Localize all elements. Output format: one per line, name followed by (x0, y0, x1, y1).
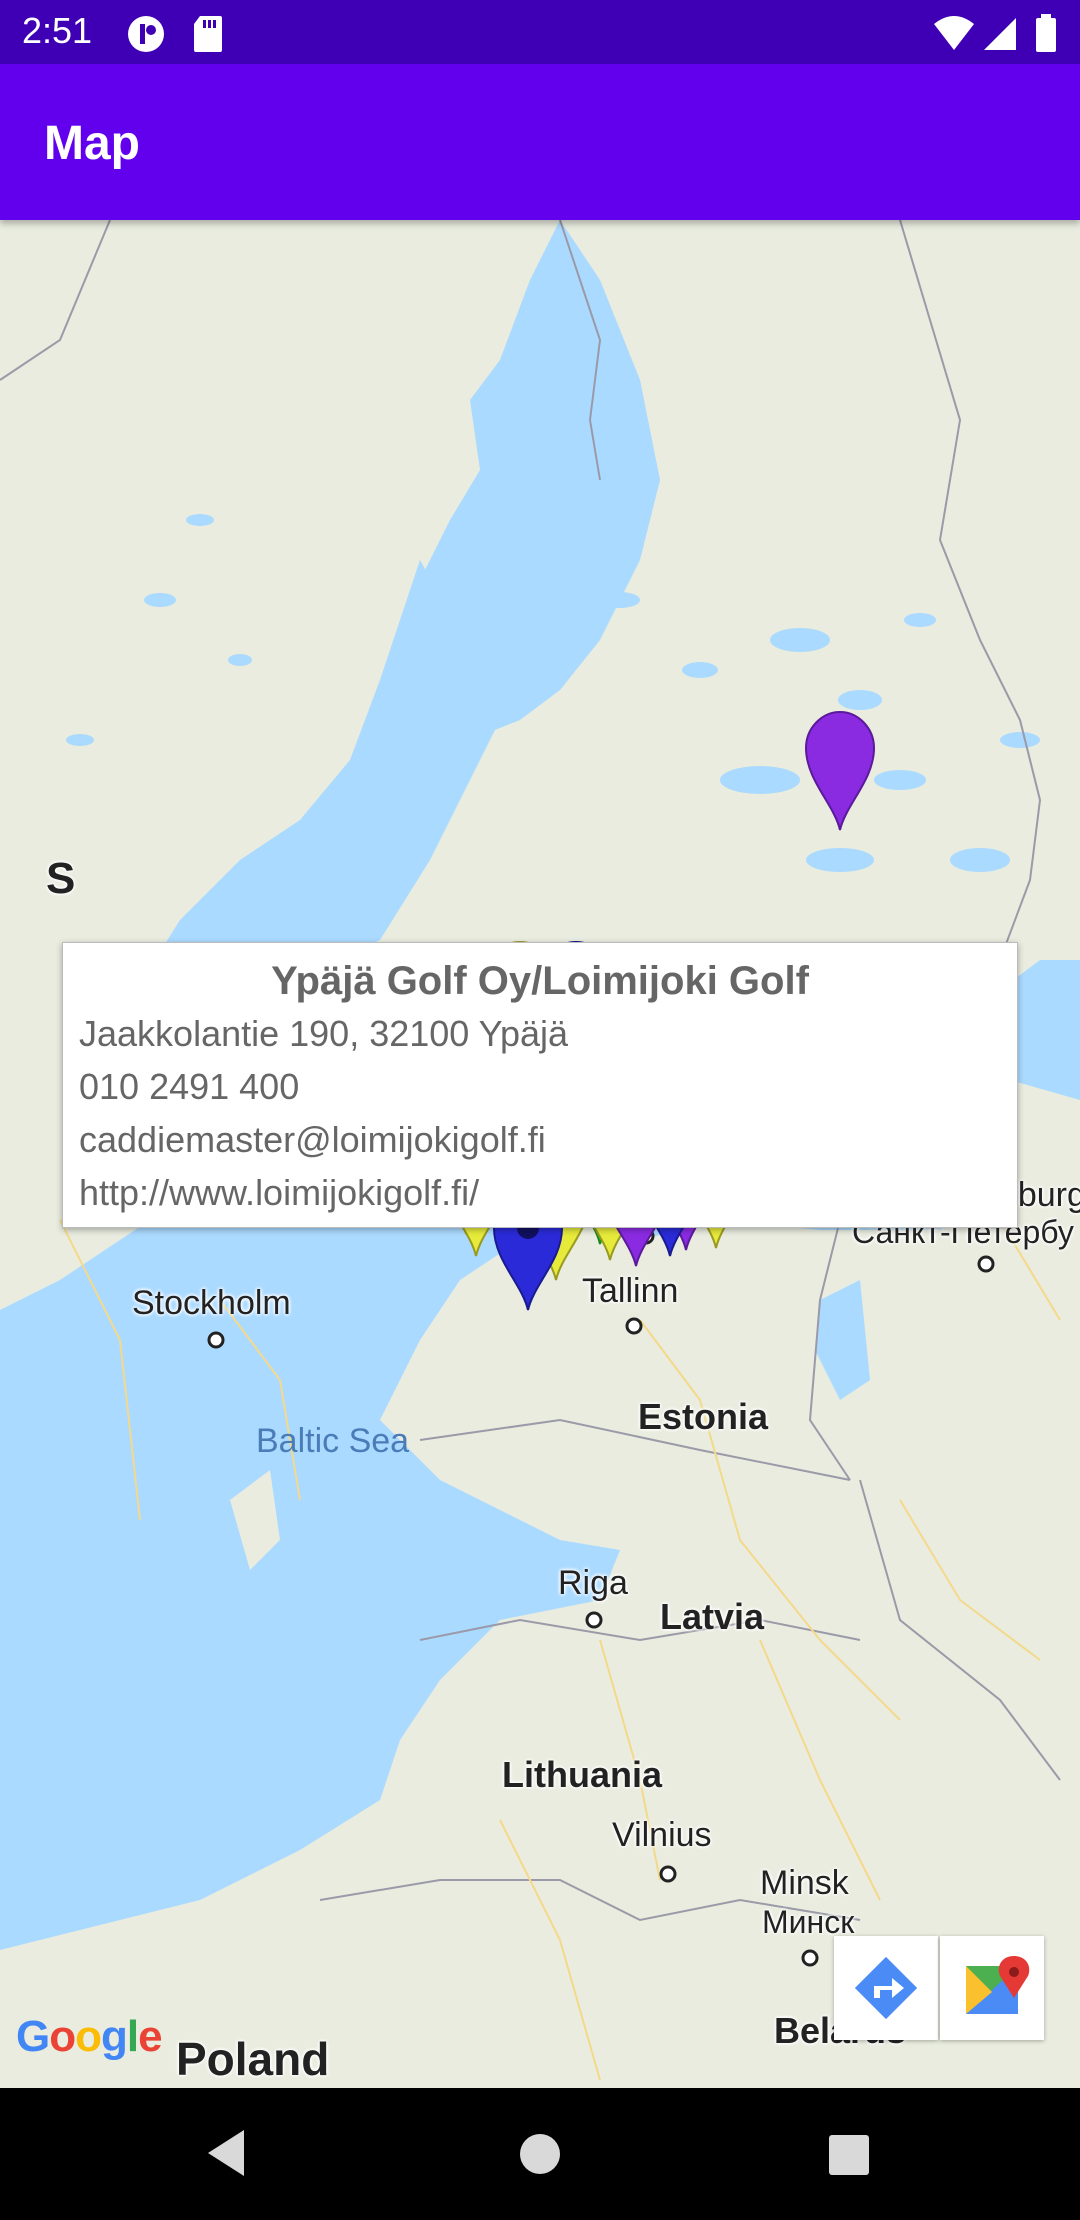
info-url: http://www.loimijokigolf.fi/ (79, 1172, 480, 1213)
directions-button[interactable] (834, 1936, 938, 2040)
app-bar: Map (0, 64, 1080, 220)
google-logo: Google (16, 2012, 163, 2062)
open-in-google-maps-button[interactable] (940, 1936, 1044, 2040)
directions-icon (854, 1956, 918, 2020)
navigation-bar (0, 2088, 1080, 2220)
home-icon[interactable] (518, 2132, 562, 2176)
app-title: Map (44, 117, 140, 170)
google-logo-letter: o (75, 2012, 102, 2061)
google-logo-letter: g (101, 2012, 128, 2061)
status-time: 2:51 (22, 10, 93, 51)
google-logo-letter: o (49, 2012, 76, 2061)
google-maps-icon (966, 1956, 1030, 2014)
google-logo-letter: e (138, 2012, 163, 2061)
google-logo-letter: l (126, 2012, 139, 2061)
status-bar: 2:51 (0, 0, 1080, 64)
info-address: Jaakkolantie 190, 32100 Ypäjä (79, 1013, 569, 1054)
map-view[interactable]: S nd nki St Petersburg Санкт-Петербу Sto… (0, 220, 1080, 2088)
wifi-icon (934, 16, 974, 50)
sd-card-icon (194, 16, 222, 52)
back-icon[interactable] (204, 2128, 248, 2178)
cell-signal-icon (984, 18, 1016, 50)
battery-icon (1036, 14, 1056, 52)
info-email: caddiemaster@loimijokigolf.fi (79, 1119, 546, 1160)
golf-marker[interactable] (804, 710, 876, 831)
info-title: Ypäjä Golf Oy/Loimijoki Golf (271, 959, 809, 1003)
recents-icon[interactable] (828, 2134, 870, 2176)
info-phone: 010 2491 400 (79, 1066, 300, 1107)
google-logo-letter: G (16, 2012, 50, 2061)
notification-icon (128, 16, 164, 52)
marker-info-window[interactable]: Ypäjä Golf Oy/Loimijoki Golf Jaakkolanti… (62, 942, 1018, 1228)
